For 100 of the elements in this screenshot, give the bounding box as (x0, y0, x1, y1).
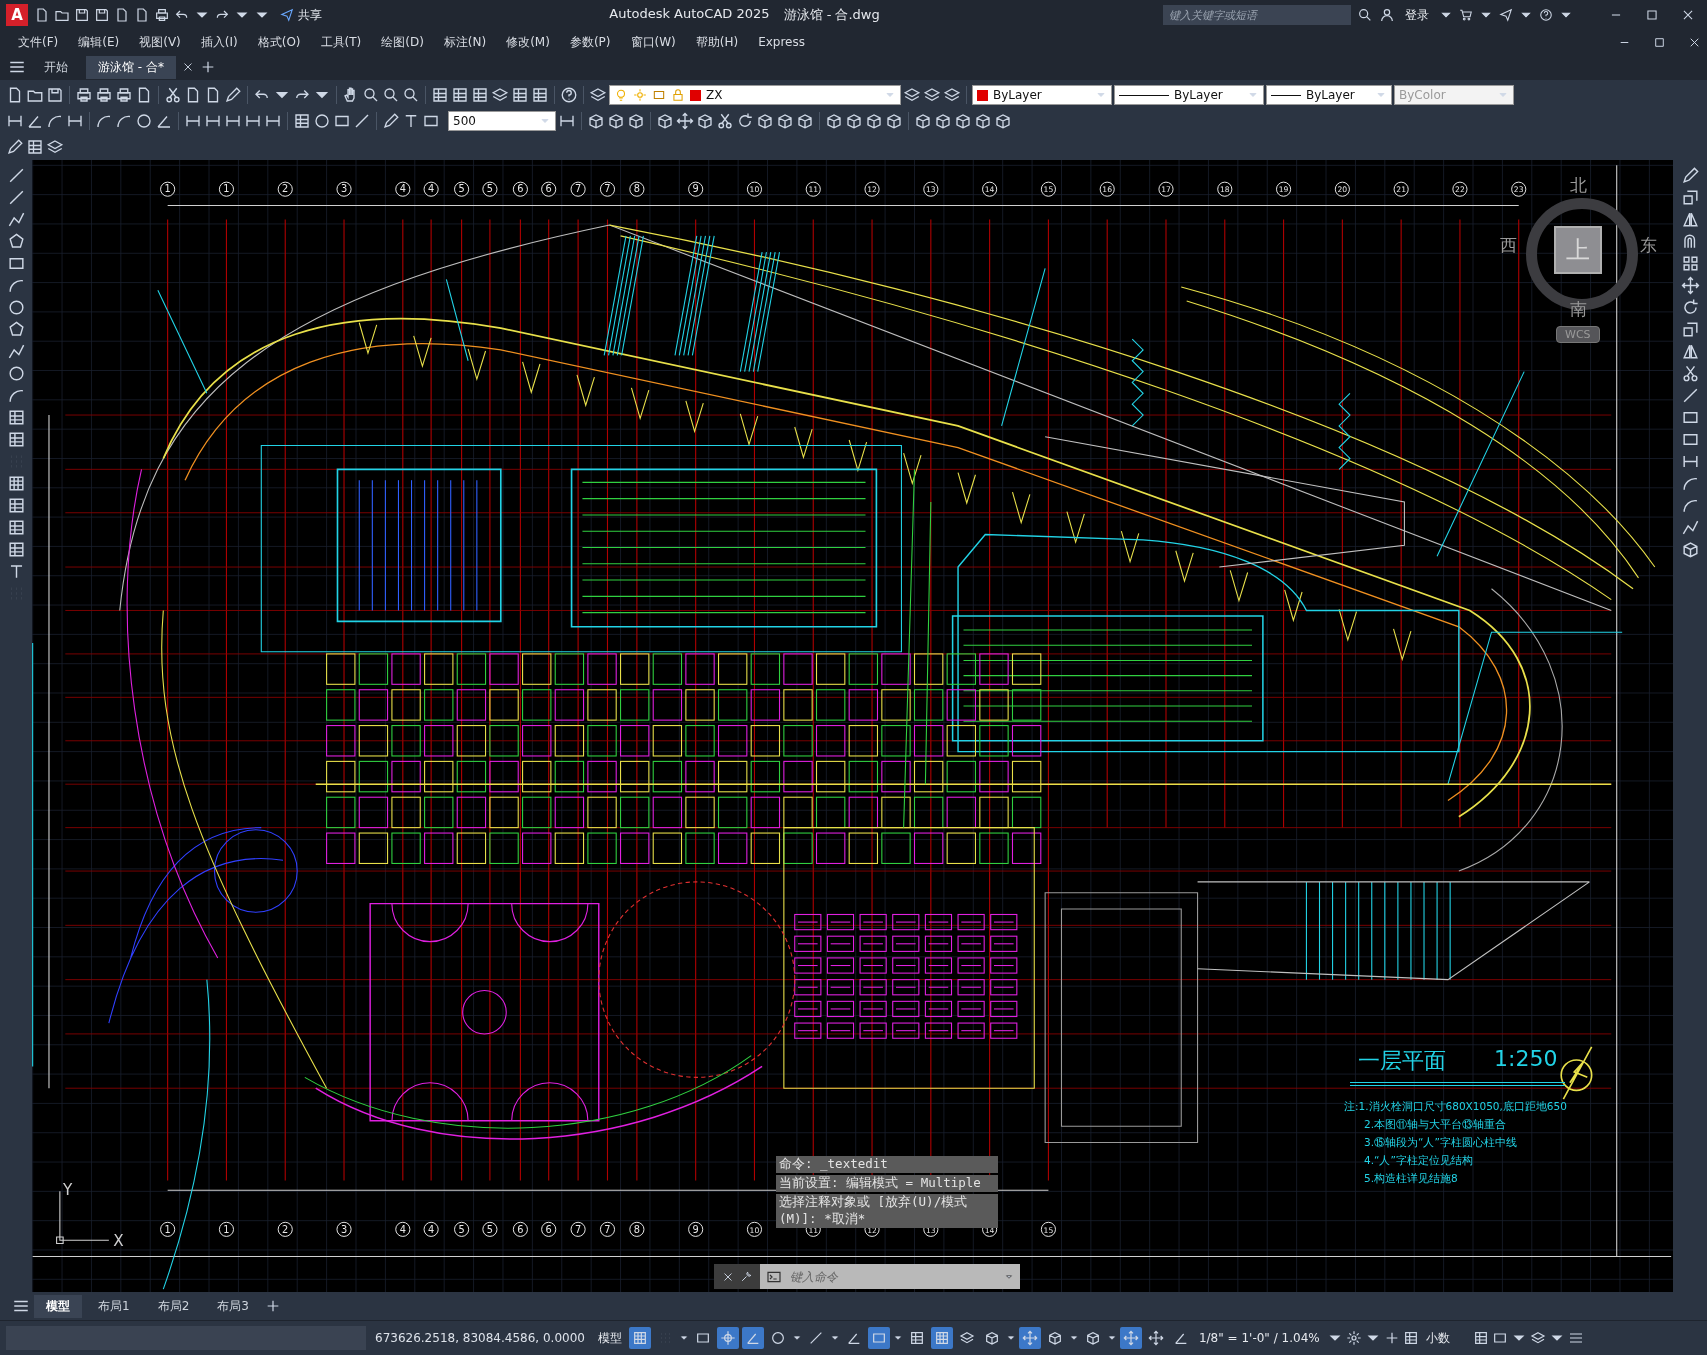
caret-icon[interactable] (678, 1333, 689, 1343)
wrench-icon[interactable] (739, 1270, 753, 1283)
layers-icon[interactable] (491, 86, 509, 104)
cube-icon[interactable] (994, 112, 1012, 130)
save-icon[interactable] (46, 86, 64, 104)
printer-icon[interactable] (75, 86, 93, 104)
compass-direction[interactable]: 西 (1500, 234, 1517, 257)
polyline-icon[interactable] (6, 210, 26, 229)
printer-icon[interactable] (154, 7, 170, 23)
cube-icon[interactable] (607, 112, 625, 130)
cube-icon[interactable] (587, 112, 605, 130)
move-arrows-icon[interactable] (1680, 276, 1700, 295)
table-icon[interactable] (471, 86, 489, 104)
menu-item[interactable]: 视图(V) (129, 33, 191, 51)
cube-icon[interactable] (845, 112, 863, 130)
status-toggle[interactable] (1119, 1327, 1142, 1349)
line-icon[interactable] (353, 112, 371, 130)
circle-icon[interactable] (6, 298, 26, 317)
search-icon[interactable] (362, 86, 380, 104)
menu-item[interactable]: 标注(N) (433, 33, 497, 51)
file-icon[interactable] (34, 7, 50, 23)
printer-icon[interactable] (95, 86, 113, 104)
menu-item[interactable]: 工具(T) (310, 33, 372, 51)
save-icon[interactable] (94, 7, 110, 23)
caret-icon[interactable] (1005, 1333, 1016, 1343)
help-icon[interactable] (1539, 8, 1553, 22)
circle-icon[interactable] (135, 112, 153, 130)
lineweight-dropdown[interactable]: ByLayer (1266, 85, 1392, 105)
scale-icon[interactable] (1680, 188, 1700, 207)
cube-icon[interactable] (776, 112, 794, 130)
scissors-icon[interactable] (716, 112, 734, 130)
caret-icon[interactable] (892, 1333, 903, 1343)
menu-item[interactable]: 编辑(E) (68, 33, 130, 51)
table-icon[interactable] (293, 112, 311, 130)
help-icon[interactable] (560, 86, 578, 104)
menu-item[interactable]: Express (748, 35, 815, 49)
scissors-icon[interactable] (164, 86, 182, 104)
cube-icon[interactable] (885, 112, 903, 130)
table-icon[interactable] (26, 138, 44, 156)
layers-icon[interactable] (923, 86, 941, 104)
scale-icon[interactable] (1680, 320, 1700, 339)
caret-icon[interactable] (1106, 1333, 1117, 1343)
file-icon[interactable] (134, 7, 150, 23)
pencil-icon[interactable] (382, 112, 400, 130)
model-space-button[interactable]: 模型 (593, 1329, 626, 1347)
annotation-scale-button[interactable]: 1/8" = 1'-0" / 1.04% (1194, 1331, 1324, 1345)
layers-icon[interactable] (903, 86, 921, 104)
document-tab[interactable]: 游泳馆 - 合* (86, 55, 176, 79)
layers-icon[interactable] (1529, 1330, 1546, 1346)
cube-icon[interactable] (934, 112, 952, 130)
units-dropdown[interactable]: 小数 (1421, 1329, 1470, 1347)
table-icon[interactable] (531, 86, 549, 104)
save-icon[interactable] (74, 7, 90, 23)
search-icon[interactable] (1357, 7, 1373, 23)
status-toggle[interactable] (741, 1327, 764, 1349)
menu-item[interactable]: 格式(O) (247, 33, 311, 51)
polyline-icon[interactable] (6, 342, 26, 361)
command-input-field[interactable]: 键入命令 (788, 1268, 998, 1285)
caret-icon[interactable] (829, 1333, 840, 1343)
menu-item[interactable]: 窗口(W) (620, 33, 686, 51)
layout-tab[interactable]: 布局2 (145, 1294, 202, 1318)
search-icon[interactable] (382, 86, 400, 104)
search-icon[interactable] (402, 86, 420, 104)
command-field[interactable]: 键入命令 (760, 1264, 1020, 1289)
maximize-icon[interactable] (1645, 8, 1659, 22)
mirror-icon[interactable] (1680, 342, 1700, 361)
circle-icon[interactable] (313, 112, 331, 130)
user-icon[interactable] (1379, 7, 1395, 23)
circle-icon[interactable] (6, 364, 26, 383)
cube-icon[interactable] (656, 112, 674, 130)
menu-item[interactable]: 绘图(D) (371, 33, 434, 51)
table-icon[interactable] (1402, 1330, 1419, 1346)
send-icon[interactable] (1499, 8, 1513, 22)
menu-item[interactable]: 帮助(H) (685, 33, 749, 51)
move-arrows-icon[interactable] (676, 112, 694, 130)
table-icon[interactable] (6, 518, 26, 537)
table-icon[interactable] (6, 496, 26, 515)
layers-icon[interactable] (46, 138, 64, 156)
menu-item[interactable]: 参数(P) (559, 33, 621, 51)
file-icon[interactable] (114, 7, 130, 23)
layout-tab[interactable]: 布局3 (205, 1294, 261, 1318)
printer-icon[interactable] (115, 86, 133, 104)
maximize-icon[interactable] (1653, 35, 1666, 49)
pencil-icon[interactable] (224, 86, 242, 104)
grid-icon[interactable] (6, 474, 26, 493)
close-icon[interactable] (721, 1270, 734, 1283)
cube-icon[interactable] (756, 112, 774, 130)
polyline-icon[interactable] (1680, 518, 1700, 537)
app-logo[interactable]: A (6, 4, 28, 26)
table-icon[interactable] (6, 430, 26, 449)
linetype-dropdown[interactable]: ByLayer (1114, 85, 1264, 105)
close-icon[interactable] (181, 61, 194, 73)
layout-tab[interactable]: 模型 (34, 1294, 82, 1318)
document-tab[interactable]: 开始 (32, 55, 80, 79)
mirror-icon[interactable] (1680, 210, 1700, 229)
compass-direction[interactable]: 北 (1570, 174, 1587, 197)
table-icon[interactable] (6, 540, 26, 559)
cart-icon[interactable] (1459, 8, 1473, 22)
layer-dropdown[interactable]: ZX (609, 85, 901, 105)
cube-icon[interactable] (825, 112, 843, 130)
